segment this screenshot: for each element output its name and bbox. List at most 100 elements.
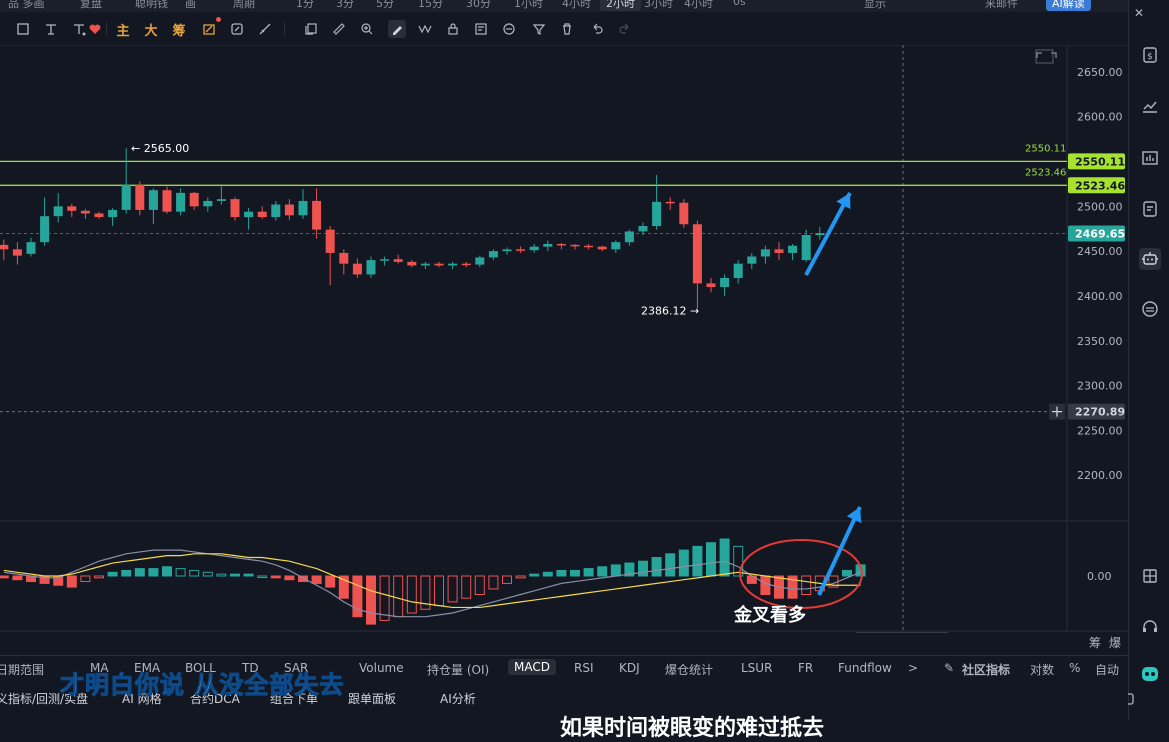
dollar-file-icon[interactable]: $ [1139, 44, 1161, 66]
candle-body [94, 213, 104, 218]
indicator-tab-10[interactable]: KDJ [619, 661, 640, 675]
macd-bar [447, 575, 458, 603]
indicator-tab-17[interactable]: 对数 [1030, 661, 1054, 678]
chart-svg[interactable]: 2650.002600.002550.002500.002450.002400.… [0, 45, 1128, 649]
main-indicator-button[interactable]: 主 [114, 20, 132, 39]
large-order-button[interactable]: 大 [142, 20, 160, 39]
indicator-tab-8[interactable]: MACD [508, 659, 556, 675]
topbar-item[interactable]: 4小时 [684, 0, 713, 11]
candle-body [597, 246, 607, 250]
favorite-icon[interactable] [86, 20, 104, 38]
edit-icon[interactable]: ✎ [944, 661, 954, 675]
link-icon[interactable] [500, 20, 518, 38]
topbar-item[interactable]: 画 [185, 0, 196, 11]
undo-icon[interactable] [588, 20, 606, 38]
topbar-item[interactable]: 1分 [296, 0, 314, 11]
candle-body [502, 249, 512, 252]
y-tick-label: 2200.00 [1077, 469, 1123, 482]
trend-chart-icon[interactable] [1139, 95, 1161, 117]
indicator-tab-9[interactable]: RSI [574, 661, 594, 675]
indicator-tab-13[interactable]: FR [798, 661, 813, 675]
topbar-item[interactable]: 1小时 [514, 0, 543, 11]
copy-icon[interactable] [302, 20, 320, 38]
topbar-item[interactable]: 30分 [466, 0, 491, 11]
compass-icon[interactable] [1139, 298, 1161, 320]
resistance-label-1: 2550.11 [1025, 143, 1066, 154]
close-icon[interactable]: ✕ [1129, 2, 1149, 24]
list-icon[interactable] [472, 20, 490, 38]
pattern-icon[interactable] [416, 20, 434, 38]
bottom-tab-5[interactable]: AI分析 [440, 690, 476, 707]
topbar-item[interactable]: 周期 [233, 0, 255, 11]
bottom-tab-4[interactable]: 跟单面板 [348, 690, 396, 707]
right-sidebar: $ ✕ [1099, 0, 1169, 720]
filter-icon[interactable] [530, 20, 548, 38]
topbar-item[interactable]: 15分 [418, 0, 443, 11]
topbar-item[interactable]: 4小时 [562, 0, 591, 11]
macd-bar [638, 560, 648, 577]
indicator-tab-12[interactable]: LSUR [741, 661, 772, 675]
liquidation-button[interactable]: 爆 [1109, 634, 1121, 651]
macd-bar [243, 573, 254, 577]
topbar-item[interactable]: AI解读 [1046, 0, 1091, 11]
headset-icon[interactable] [1139, 616, 1161, 638]
brush-icon[interactable] [388, 20, 406, 38]
topbar-item[interactable]: 3小时 [644, 0, 673, 11]
ruler-icon[interactable] [330, 20, 348, 38]
zoom-in-icon[interactable] [358, 20, 376, 38]
topbar-item[interactable]: 5分 [376, 0, 394, 11]
assistant-avatar-icon[interactable] [1139, 663, 1161, 685]
macd-bar [366, 575, 376, 625]
indicator-tab-15[interactable]: > [908, 661, 918, 675]
indicator-tab-11[interactable]: 爆仓统计 [665, 661, 713, 678]
chip-button[interactable]: 筹 [1089, 634, 1101, 651]
topbar-item[interactable]: 2小时 [600, 0, 641, 11]
chip-distribution-button[interactable]: 筹 [170, 20, 188, 39]
candle-body [706, 283, 716, 287]
candle-body [420, 263, 430, 266]
topbar-item[interactable]: 显示 [864, 0, 886, 11]
topbar-item[interactable]: 聪明钱 [135, 0, 168, 11]
topbar-item[interactable]: 品 多画 [8, 0, 45, 11]
candle-body [203, 200, 213, 207]
layers-icon[interactable] [228, 20, 246, 38]
macd-bar [107, 571, 118, 577]
macd-bar [189, 569, 200, 577]
trash-icon[interactable] [558, 20, 576, 38]
macd-bar [570, 569, 580, 577]
magnet-icon[interactable] [200, 17, 221, 38]
indicator-tab-18[interactable]: % [1069, 661, 1080, 675]
price-chart[interactable]: 2650.002600.002550.002500.002450.002400.… [0, 45, 1128, 649]
indicator-tab-6[interactable]: Volume [359, 661, 404, 675]
candle-body [529, 246, 539, 251]
document-icon[interactable] [1139, 198, 1161, 220]
indicator-tab-0[interactable]: 日期范围 [0, 661, 44, 678]
candle-body [366, 260, 376, 275]
candle-body [0, 244, 9, 250]
candle-body [12, 249, 22, 256]
text-tool-icon[interactable] [42, 20, 60, 38]
topbar-item[interactable]: 3分 [336, 0, 354, 11]
calendar-icon[interactable] [1139, 565, 1161, 587]
macd-bar [216, 573, 227, 577]
data-panel-icon[interactable] [1139, 147, 1161, 169]
redo-icon[interactable] [616, 20, 634, 38]
candle-body [53, 206, 63, 217]
candle-body [312, 200, 322, 230]
macd-bar [502, 575, 512, 584]
indicator-tab-19[interactable]: 自动 [1095, 661, 1119, 678]
indicator-tab-14[interactable]: Fundflow [838, 661, 892, 675]
rect-icon[interactable] [14, 20, 32, 38]
macd-bar [760, 575, 771, 595]
topbar-item[interactable]: 复盘 [80, 0, 102, 11]
indicator-tab-16[interactable]: 社区指标 [962, 661, 1010, 678]
crosshair-price-tag-text: 2270.89 [1075, 406, 1125, 419]
measure-icon[interactable] [256, 20, 274, 38]
low-annotation: 2386.12 → [641, 304, 699, 317]
robot-icon[interactable] [1139, 248, 1161, 270]
topbar-item[interactable]: 0s [733, 0, 746, 8]
indicator-tab-7[interactable]: 持仓量 (OI) [427, 661, 489, 678]
lock-icon[interactable] [444, 20, 462, 38]
macd-bar [583, 568, 594, 577]
topbar-item[interactable]: 来邮件 [985, 0, 1018, 11]
